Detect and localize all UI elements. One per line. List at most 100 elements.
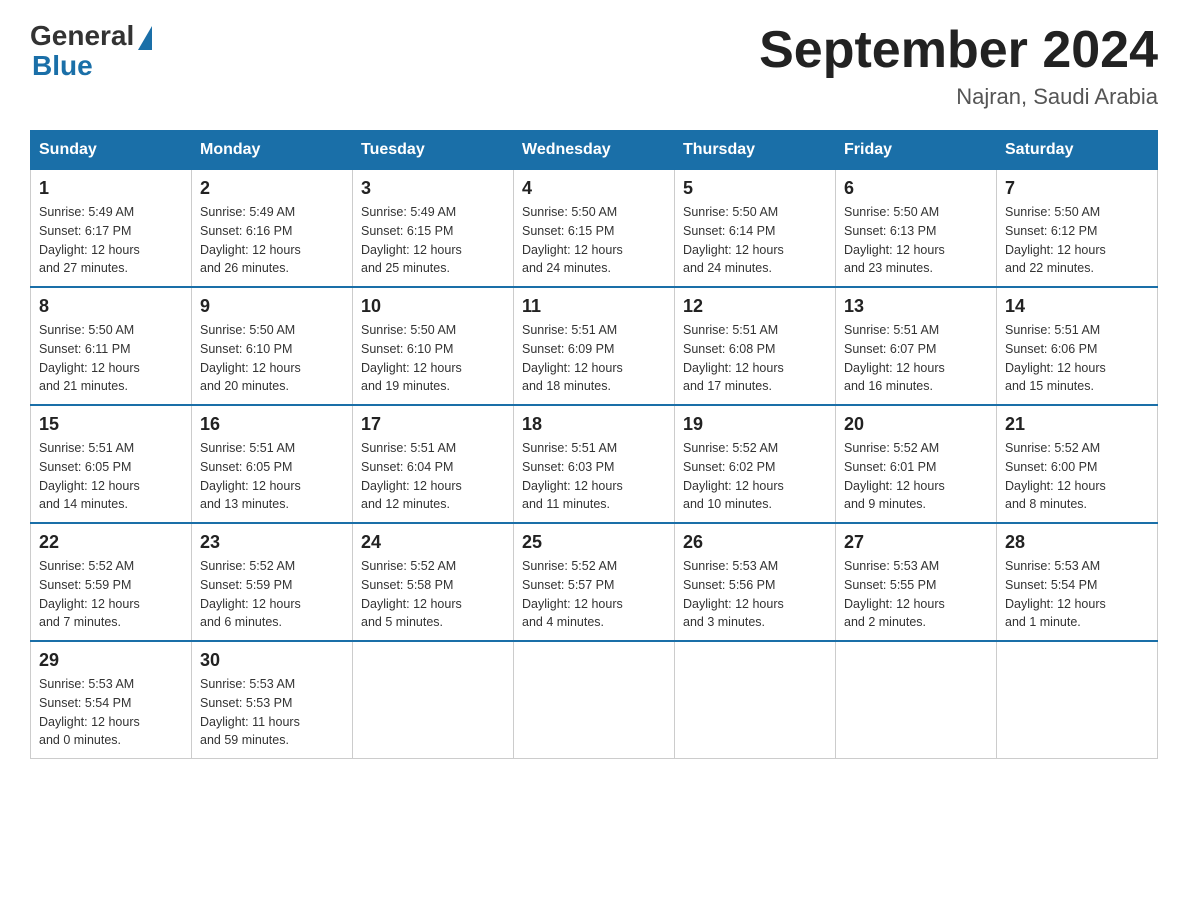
logo-triangle-icon [138,26,152,50]
day-info: Sunrise: 5:53 AMSunset: 5:54 PMDaylight:… [39,675,183,750]
day-info: Sunrise: 5:51 AMSunset: 6:08 PMDaylight:… [683,321,827,396]
day-info: Sunrise: 5:53 AMSunset: 5:55 PMDaylight:… [844,557,988,632]
day-number: 14 [1005,296,1149,317]
day-number: 4 [522,178,666,199]
table-row: 4 Sunrise: 5:50 AMSunset: 6:15 PMDaylight… [514,170,675,288]
page-header: General Blue September 2024 Najran, Saud… [30,20,1158,110]
calendar-week-row: 15Sunrise: 5:51 AMSunset: 6:05 PMDayligh… [31,405,1158,523]
day-number: 7 [1005,178,1149,199]
day-info: Sunrise: 5:51 AMSunset: 6:03 PMDaylight:… [522,439,666,514]
day-info: Sunrise: 5:50 AMSunset: 6:10 PMDaylight:… [361,321,505,396]
day-info: Sunrise: 5:50 AMSunset: 6:10 PMDaylight:… [200,321,344,396]
header-friday: Friday [836,131,997,170]
header-wednesday: Wednesday [514,131,675,170]
day-info: Sunrise: 5:51 AMSunset: 6:06 PMDaylight:… [1005,321,1149,396]
table-row: 19Sunrise: 5:52 AMSunset: 6:02 PMDayligh… [675,405,836,523]
table-row: 28Sunrise: 5:53 AMSunset: 5:54 PMDayligh… [997,523,1158,641]
table-row: 8 Sunrise: 5:50 AMSunset: 6:11 PMDaylight… [31,287,192,405]
table-row: 23 Sunrise: 5:52 AMSunset: 5:59 PMDayligh… [192,523,353,641]
day-number: 30 [200,650,344,671]
logo-general-text: General [30,20,134,52]
title-section: September 2024 Najran, Saudi Arabia [759,20,1158,110]
day-info: Sunrise: 5:50 AMSunset: 6:14 PMDaylight:… [683,203,827,278]
header-thursday: Thursday [675,131,836,170]
header-saturday: Saturday [997,131,1158,170]
day-number: 23 [200,532,344,553]
day-info: Sunrise: 5:50 AMSunset: 6:13 PMDaylight:… [844,203,988,278]
day-number: 11 [522,296,666,317]
day-info: Sunrise: 5:49 AMSunset: 6:16 PMDaylight:… [200,203,344,278]
day-info: Sunrise: 5:52 AMSunset: 6:01 PMDaylight:… [844,439,988,514]
header-sunday: Sunday [31,131,192,170]
day-number: 17 [361,414,505,435]
day-number: 13 [844,296,988,317]
table-row [997,641,1158,759]
table-row: 27Sunrise: 5:53 AMSunset: 5:55 PMDayligh… [836,523,997,641]
day-number: 25 [522,532,666,553]
table-row: 16Sunrise: 5:51 AMSunset: 6:05 PMDayligh… [192,405,353,523]
table-row: 15Sunrise: 5:51 AMSunset: 6:05 PMDayligh… [31,405,192,523]
location-text: Najran, Saudi Arabia [759,84,1158,110]
table-row: 9Sunrise: 5:50 AMSunset: 6:10 PMDaylight… [192,287,353,405]
day-number: 22 [39,532,183,553]
table-row: 22 Sunrise: 5:52 AMSunset: 5:59 PMDayligh… [31,523,192,641]
table-row: 11Sunrise: 5:51 AMSunset: 6:09 PMDayligh… [514,287,675,405]
table-row: 12Sunrise: 5:51 AMSunset: 6:08 PMDayligh… [675,287,836,405]
table-row: 21 Sunrise: 5:52 AMSunset: 6:00 PMDayligh… [997,405,1158,523]
day-number: 5 [683,178,827,199]
day-info: Sunrise: 5:50 AMSunset: 6:12 PMDaylight:… [1005,203,1149,278]
day-number: 29 [39,650,183,671]
day-number: 19 [683,414,827,435]
day-info: Sunrise: 5:52 AMSunset: 5:57 PMDaylight:… [522,557,666,632]
day-number: 8 [39,296,183,317]
day-info: Sunrise: 5:53 AMSunset: 5:56 PMDaylight:… [683,557,827,632]
header-monday: Monday [192,131,353,170]
table-row: 18 Sunrise: 5:51 AMSunset: 6:03 PMDayligh… [514,405,675,523]
day-info: Sunrise: 5:52 AMSunset: 5:59 PMDaylight:… [200,557,344,632]
calendar-week-row: 29 Sunrise: 5:53 AMSunset: 5:54 PMDayligh… [31,641,1158,759]
table-row [836,641,997,759]
day-number: 10 [361,296,505,317]
table-row: 2 Sunrise: 5:49 AMSunset: 6:16 PMDaylight… [192,170,353,288]
day-number: 24 [361,532,505,553]
table-row: 6Sunrise: 5:50 AMSunset: 6:13 PMDaylight… [836,170,997,288]
table-row: 13Sunrise: 5:51 AMSunset: 6:07 PMDayligh… [836,287,997,405]
day-number: 16 [200,414,344,435]
day-info: Sunrise: 5:53 AMSunset: 5:54 PMDaylight:… [1005,557,1149,632]
day-number: 18 [522,414,666,435]
day-number: 3 [361,178,505,199]
logo: General Blue [30,20,152,82]
day-number: 15 [39,414,183,435]
table-row: 24Sunrise: 5:52 AMSunset: 5:58 PMDayligh… [353,523,514,641]
table-row: 3Sunrise: 5:49 AMSunset: 6:15 PMDaylight… [353,170,514,288]
day-info: Sunrise: 5:50 AMSunset: 6:11 PMDaylight:… [39,321,183,396]
day-info: Sunrise: 5:52 AMSunset: 6:00 PMDaylight:… [1005,439,1149,514]
day-info: Sunrise: 5:49 AMSunset: 6:17 PMDaylight:… [39,203,183,278]
logo-blue-text: Blue [30,50,93,82]
day-number: 26 [683,532,827,553]
day-info: Sunrise: 5:51 AMSunset: 6:04 PMDaylight:… [361,439,505,514]
day-number: 20 [844,414,988,435]
day-number: 21 [1005,414,1149,435]
day-number: 1 [39,178,183,199]
table-row: 1 Sunrise: 5:49 AMSunset: 6:17 PMDaylight… [31,170,192,288]
table-row: 17 Sunrise: 5:51 AMSunset: 6:04 PMDayligh… [353,405,514,523]
table-row: 20 Sunrise: 5:52 AMSunset: 6:01 PMDayligh… [836,405,997,523]
table-row [514,641,675,759]
month-title: September 2024 [759,20,1158,80]
table-row: 5 Sunrise: 5:50 AMSunset: 6:14 PMDaylight… [675,170,836,288]
table-row: 10 Sunrise: 5:50 AMSunset: 6:10 PMDayligh… [353,287,514,405]
table-row [353,641,514,759]
calendar-week-row: 1 Sunrise: 5:49 AMSunset: 6:17 PMDaylight… [31,170,1158,288]
calendar-week-row: 8 Sunrise: 5:50 AMSunset: 6:11 PMDaylight… [31,287,1158,405]
day-info: Sunrise: 5:52 AMSunset: 5:59 PMDaylight:… [39,557,183,632]
table-row: 14 Sunrise: 5:51 AMSunset: 6:06 PMDayligh… [997,287,1158,405]
day-number: 2 [200,178,344,199]
calendar-week-row: 22 Sunrise: 5:52 AMSunset: 5:59 PMDayligh… [31,523,1158,641]
day-info: Sunrise: 5:50 AMSunset: 6:15 PMDaylight:… [522,203,666,278]
table-row: 30 Sunrise: 5:53 AMSunset: 5:53 PMDayligh… [192,641,353,759]
calendar-header-row: Sunday Monday Tuesday Wednesday Thursday… [31,131,1158,170]
header-tuesday: Tuesday [353,131,514,170]
day-info: Sunrise: 5:53 AMSunset: 5:53 PMDaylight:… [200,675,344,750]
table-row [675,641,836,759]
